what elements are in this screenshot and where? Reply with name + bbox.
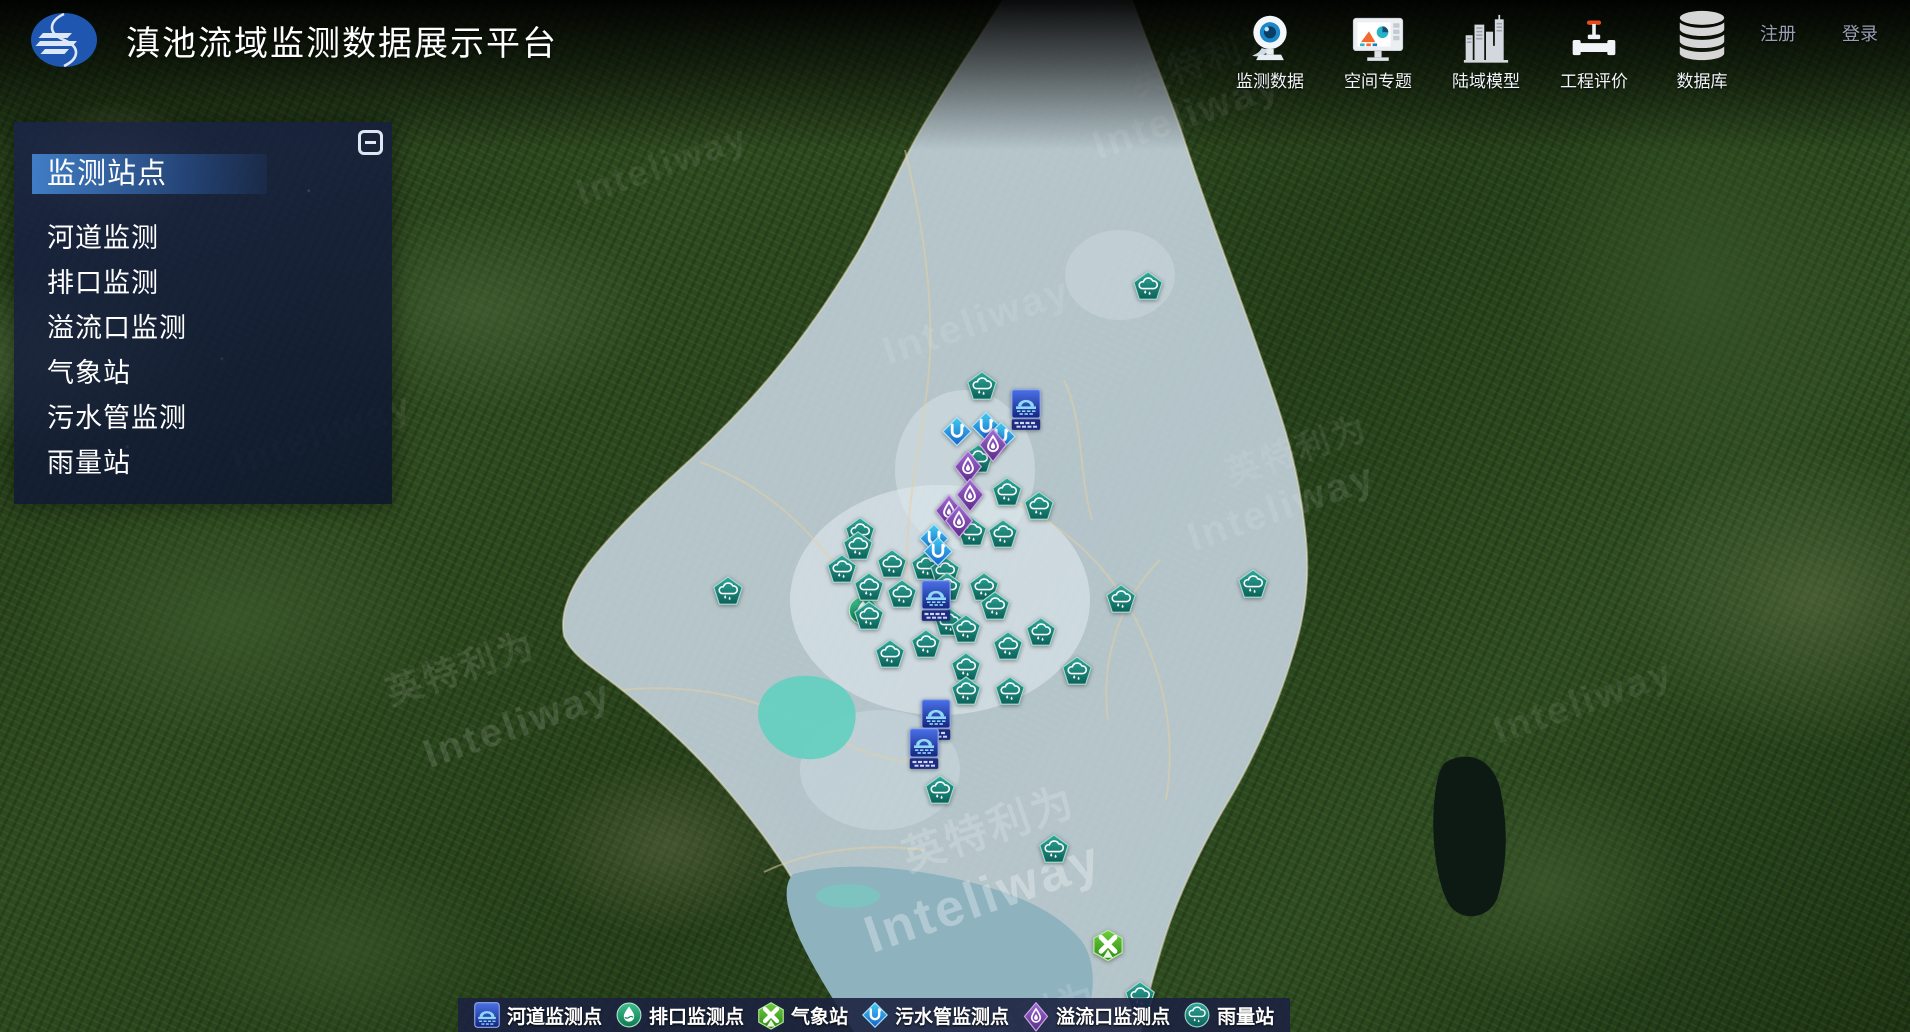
rain-gauge-marker-icon [925, 775, 955, 804]
legend-item[interactable]: 气象站 [758, 1002, 848, 1029]
panel-title: 监测站点 [32, 154, 267, 194]
rain-gauge-marker-icon [887, 580, 917, 609]
overflow-station-icon [1023, 1002, 1049, 1028]
map-legend: 河道监测点 排口监测点 气象站 污水管监测点 溢流口监测点 [458, 998, 1290, 1032]
sidebar-item[interactable]: 气象站 [47, 351, 392, 396]
rain-gauge-marker-icon [1024, 491, 1054, 520]
rain-marker[interactable] [1062, 656, 1092, 685]
rain-gauge-marker-icon [995, 677, 1025, 706]
rain-marker[interactable] [1039, 834, 1069, 863]
brand: 滇池流域监测数据展示平台 [30, 12, 558, 68]
river-marker[interactable] [921, 580, 951, 622]
weather-station-icon [1093, 930, 1123, 962]
sewage-station-icon [942, 417, 972, 447]
rain-marker[interactable] [951, 677, 981, 706]
rain-marker[interactable] [887, 580, 917, 609]
rain-gauge-marker-icon [951, 677, 981, 706]
rain-marker[interactable] [967, 371, 997, 400]
legend-item[interactable]: 溢流口监测点 [1023, 1002, 1170, 1029]
page-title: 滇池流域监测数据展示平台 [126, 16, 558, 65]
webcam-icon [1245, 6, 1295, 64]
app-window: Inteliway 英特利为 Inteliway 英特利为 Inteliway … [0, 0, 1910, 1032]
sewage-station-icon [862, 1002, 888, 1028]
rain-gauge-marker-icon [911, 629, 941, 658]
database-icon [1677, 6, 1727, 64]
panel-menu: 河道监测 排口监测 溢流口监测 气象站 污水管监测 雨量站 [14, 216, 392, 486]
rain-gauge-marker-icon [993, 631, 1023, 660]
topnav-item[interactable]: 监测数据 [1227, 6, 1313, 92]
rain-marker[interactable] [980, 591, 1010, 620]
rain-marker[interactable] [854, 572, 884, 601]
rain-marker[interactable] [988, 519, 1018, 548]
rain-gauge-marker-icon [951, 614, 981, 643]
rain-gauge-marker-icon [1106, 584, 1136, 613]
pipe-valve-icon [1570, 6, 1618, 64]
rain-marker[interactable] [854, 601, 884, 630]
rain-marker[interactable] [1238, 569, 1268, 598]
weather-marker[interactable] [1093, 930, 1123, 962]
sidebar-item[interactable]: 雨量站 [47, 441, 392, 486]
rain-marker[interactable] [1133, 271, 1163, 300]
overflow-marker[interactable] [944, 504, 974, 538]
login-link[interactable]: 登录 [1842, 20, 1878, 46]
cti-logo[interactable] [30, 12, 98, 68]
legend-item[interactable]: 排口监测点 [616, 1002, 744, 1029]
rain-gauge-marker-icon [967, 371, 997, 400]
rain-marker[interactable] [827, 554, 857, 583]
sidebar-item[interactable]: 污水管监测 [47, 396, 392, 441]
rain-marker[interactable] [911, 629, 941, 658]
monitoring-stations-panel: 监测站点 河道监测 排口监测 溢流口监测 气象站 污水管监测 雨量站 [14, 122, 392, 504]
rain-marker[interactable] [951, 614, 981, 643]
rain-marker[interactable] [925, 775, 955, 804]
topnav-item[interactable]: 数据库 [1659, 6, 1745, 92]
sidebar-item[interactable]: 河道监测 [47, 216, 392, 261]
auth-links: 注册 登录 [1760, 20, 1878, 46]
sewage-marker[interactable] [923, 537, 953, 567]
rain-marker[interactable] [1106, 584, 1136, 613]
rain-marker[interactable] [1026, 617, 1056, 646]
rain-gauge-marker-icon [992, 477, 1022, 506]
sidebar-item[interactable]: 排口监测 [47, 261, 392, 306]
sewage-station-icon [923, 537, 953, 567]
rain-marker[interactable] [713, 576, 743, 605]
rain-gauge-marker-icon [1039, 834, 1069, 863]
monitor-chart-icon [1352, 6, 1404, 64]
legend-item[interactable]: 河道监测点 [474, 1002, 602, 1029]
buildings-icon [1463, 6, 1509, 64]
weather-station-icon [758, 1002, 784, 1028]
legend-item[interactable]: 雨量站 [1184, 1002, 1274, 1029]
rain-marker[interactable] [1024, 491, 1054, 520]
sewage-marker[interactable] [942, 417, 972, 447]
rain-gauge-marker-icon [980, 591, 1010, 620]
overflow-station-icon [944, 504, 974, 538]
rain-marker[interactable] [993, 631, 1023, 660]
topnav-item[interactable]: 空间专题 [1335, 6, 1421, 92]
rain-gauge-marker-icon [854, 601, 884, 630]
rain-gauge-marker-icon [713, 576, 743, 605]
river-marker-icon [909, 728, 939, 770]
river-marker-icon [921, 580, 951, 622]
topnav-item[interactable]: 工程评价 [1551, 6, 1637, 92]
rain-gauge-marker-icon [1133, 271, 1163, 300]
panel-collapse-button[interactable] [358, 130, 383, 155]
rain-station-icon [1184, 1002, 1210, 1028]
river-station-icon [474, 1002, 500, 1028]
top-navigation: 监测数据 空间专题 陆域模型 工程评价 数据库 [1227, 6, 1745, 92]
register-link[interactable]: 注册 [1760, 20, 1796, 46]
outlet-station-icon [616, 1002, 642, 1028]
rain-gauge-marker-icon [1026, 617, 1056, 646]
topnav-item[interactable]: 陆域模型 [1443, 6, 1529, 92]
rain-gauge-marker-icon [875, 639, 905, 668]
legend-item[interactable]: 污水管监测点 [862, 1002, 1009, 1029]
rain-gauge-marker-icon [827, 554, 857, 583]
rain-gauge-marker-icon [854, 572, 884, 601]
river-marker[interactable] [909, 728, 939, 770]
rain-marker[interactable] [992, 477, 1022, 506]
rain-marker[interactable] [875, 639, 905, 668]
sidebar-item[interactable]: 溢流口监测 [47, 306, 392, 351]
rain-gauge-marker-icon [1238, 569, 1268, 598]
rain-marker[interactable] [995, 677, 1025, 706]
rain-gauge-marker-icon [988, 519, 1018, 548]
rain-gauge-marker-icon [1062, 656, 1092, 685]
